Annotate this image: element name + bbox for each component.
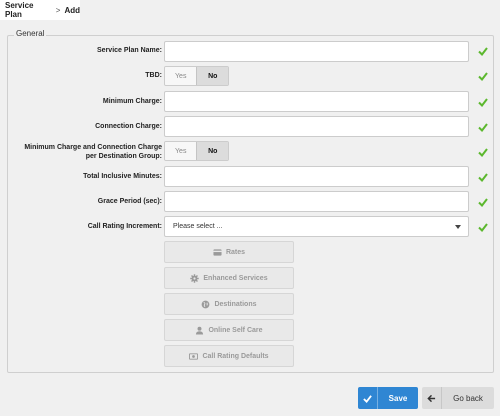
fieldset-legend: General [14,29,47,38]
min-conn-per-dest-label-line1: Minimum Charge and Connection Charge [24,144,162,151]
check-icon [478,223,488,232]
credit-card-icon [213,248,222,256]
call-rating-defaults-label: Call Rating Defaults [202,352,269,360]
min-conn-no-option[interactable]: No [196,142,228,160]
check-icon [478,148,488,157]
check-icon [478,173,488,182]
plan-name-label: Service Plan Name: [97,47,162,54]
save-button[interactable]: Save [358,387,418,409]
go-back-label: Go back [453,393,483,403]
rates-button[interactable]: Rates [164,241,294,263]
tbd-toggle: Yes No [164,66,229,86]
min-conn-per-dest-toggle: Yes No [164,141,229,161]
min-charge-input[interactable] [164,91,469,112]
connection-charge-label: Connection Charge: [95,123,162,130]
connection-charge-input[interactable] [164,116,469,137]
gear-icon [190,273,200,283]
grace-period-input[interactable] [164,191,469,212]
arrow-left-icon [422,387,442,409]
tbd-yes-option[interactable]: Yes [165,67,197,85]
check-icon [478,98,488,107]
call-rating-increment-select[interactable]: Please select ... [164,216,469,237]
grace-period-label: Grace Period (sec): [97,198,162,205]
top-bar: Service Plan > Add [0,0,500,20]
inclusive-minutes-label: Total Inclusive Minutes: [83,173,162,180]
min-conn-per-dest-label-line2: per Destination Group: [85,153,162,160]
breadcrumb: Service Plan > Add [0,0,80,20]
breadcrumb-separator: > [55,5,61,15]
breadcrumb-current: Add [64,5,80,15]
min-conn-yes-option[interactable]: Yes [165,142,197,160]
call-rating-defaults-button[interactable]: Call Rating Defaults [164,345,294,367]
online-self-care-button[interactable]: Online Self Care [164,319,294,341]
min-conn-per-dest-label: Minimum Charge and Connection Charge per… [24,143,162,161]
save-label: Save [388,393,408,403]
tbd-no-option[interactable]: No [196,67,228,85]
enhanced-services-button[interactable]: Enhanced Services [164,267,294,289]
breadcrumb-parent[interactable]: Service Plan [5,1,52,19]
min-charge-label: Minimum Charge: [102,98,162,105]
online-self-care-label: Online Self Care [208,326,263,334]
destinations-label: Destinations [214,300,257,308]
call-rating-increment-label: Call Rating Increment: [87,223,162,230]
inclusive-minutes-input[interactable] [164,166,469,187]
user-icon [196,326,204,335]
check-icon [478,198,488,207]
money-icon [189,352,199,360]
check-icon [478,47,488,56]
caret-down-icon [455,225,461,229]
tbd-label: TBD: [145,72,162,79]
globe-icon [202,300,210,308]
go-back-button[interactable]: Go back [422,387,494,409]
checkmark-icon [358,387,378,409]
check-icon [478,123,488,132]
enhanced-services-label: Enhanced Services [203,274,268,282]
plan-name-input[interactable] [164,41,469,62]
select-placeholder: Please select ... [173,223,223,230]
destinations-button[interactable]: Destinations [164,293,294,315]
rates-label: Rates [225,248,246,256]
check-icon [478,72,488,81]
